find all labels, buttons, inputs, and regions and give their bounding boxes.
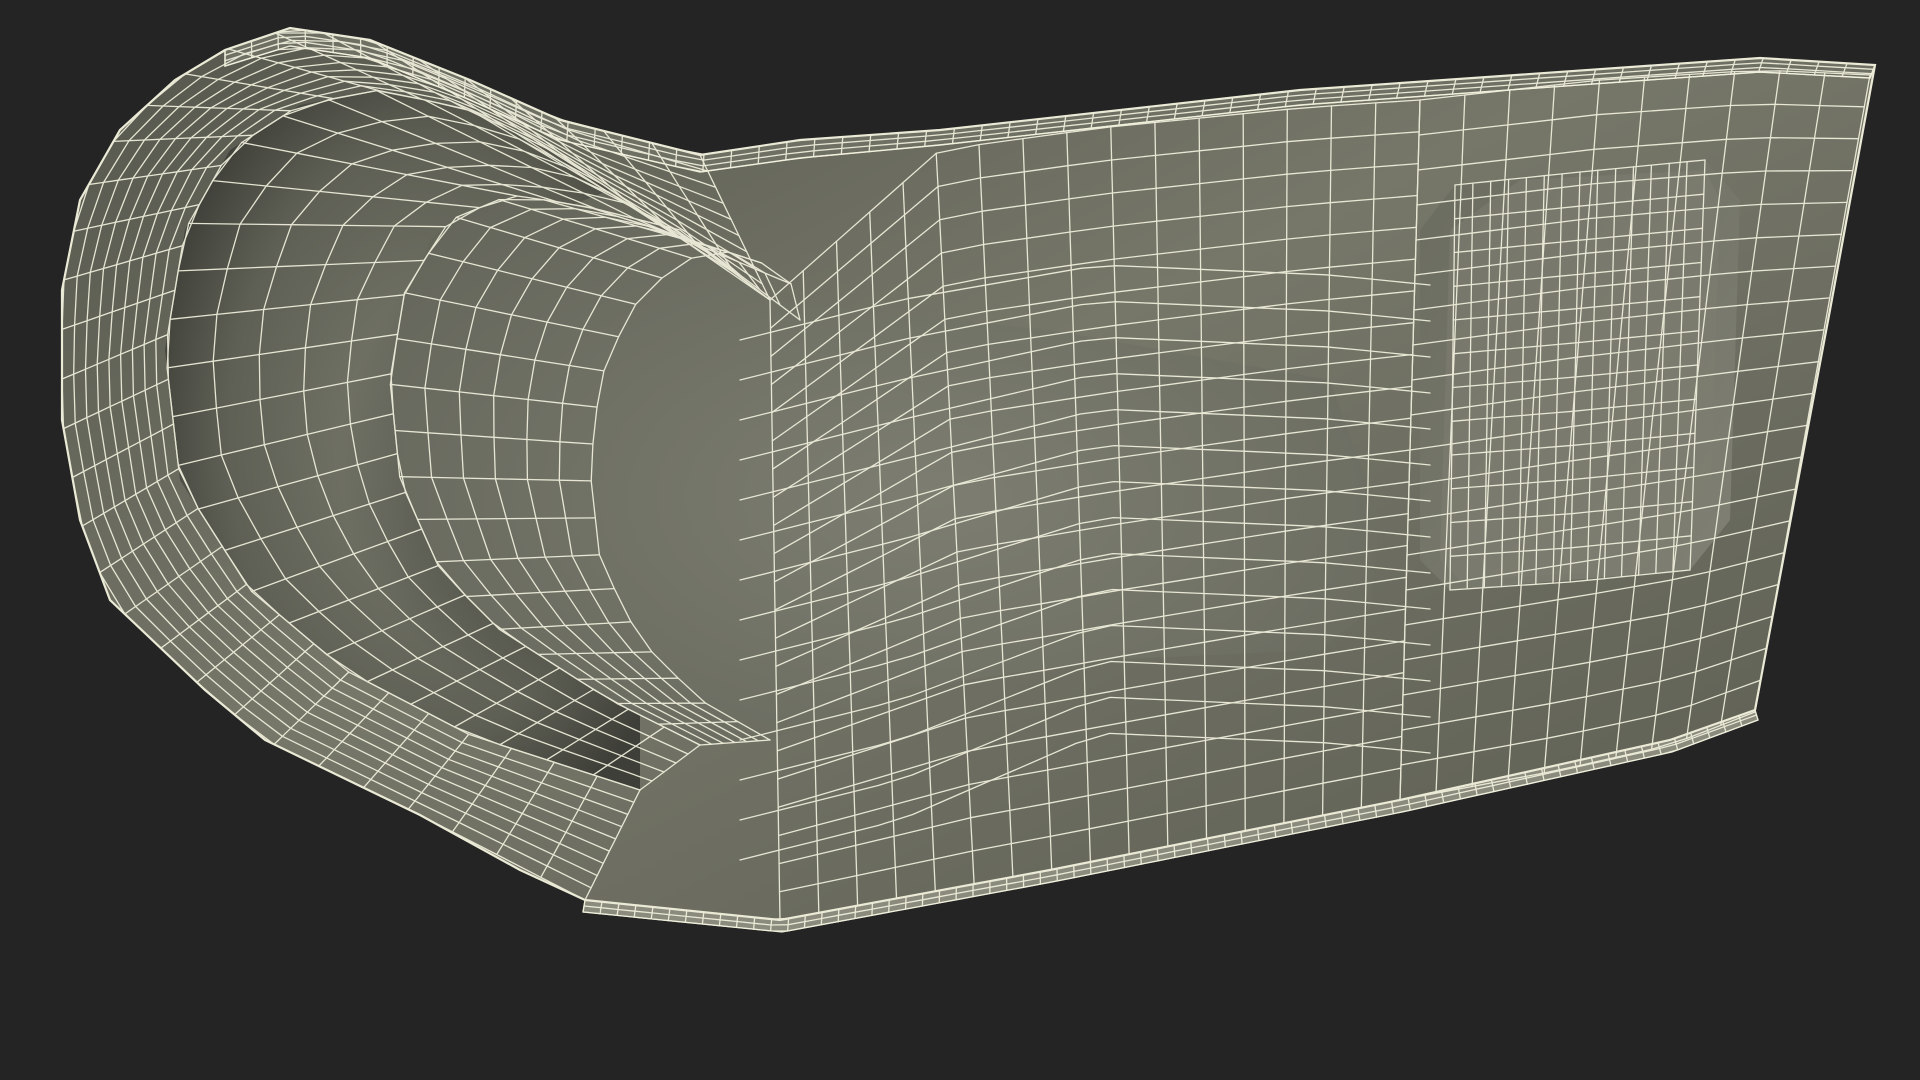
rim-mesh-col	[463, 77, 466, 99]
bottom-mesh-col	[803, 914, 806, 929]
bottom-mesh-col	[1106, 857, 1109, 872]
wireframe-model	[60, 26, 1877, 933]
rim-mesh-col	[489, 88, 492, 110]
bottom-mesh-col	[837, 908, 840, 923]
bottom-mesh-col	[1173, 844, 1176, 859]
bottom-mesh-col	[820, 911, 823, 926]
bottom-mesh-col	[1190, 841, 1193, 855]
bottom-mesh-col	[871, 902, 874, 917]
bottom-mesh-col	[1156, 847, 1159, 862]
viewport	[0, 0, 1920, 1080]
bottom-mesh-col	[888, 899, 890, 913]
bottom-mesh-col	[854, 905, 857, 920]
rim-mesh-col	[437, 67, 440, 88]
bottom-mesh-col	[1123, 854, 1126, 869]
bottom-mesh-col	[1089, 861, 1092, 875]
bottom-mesh-col	[1139, 851, 1142, 865]
